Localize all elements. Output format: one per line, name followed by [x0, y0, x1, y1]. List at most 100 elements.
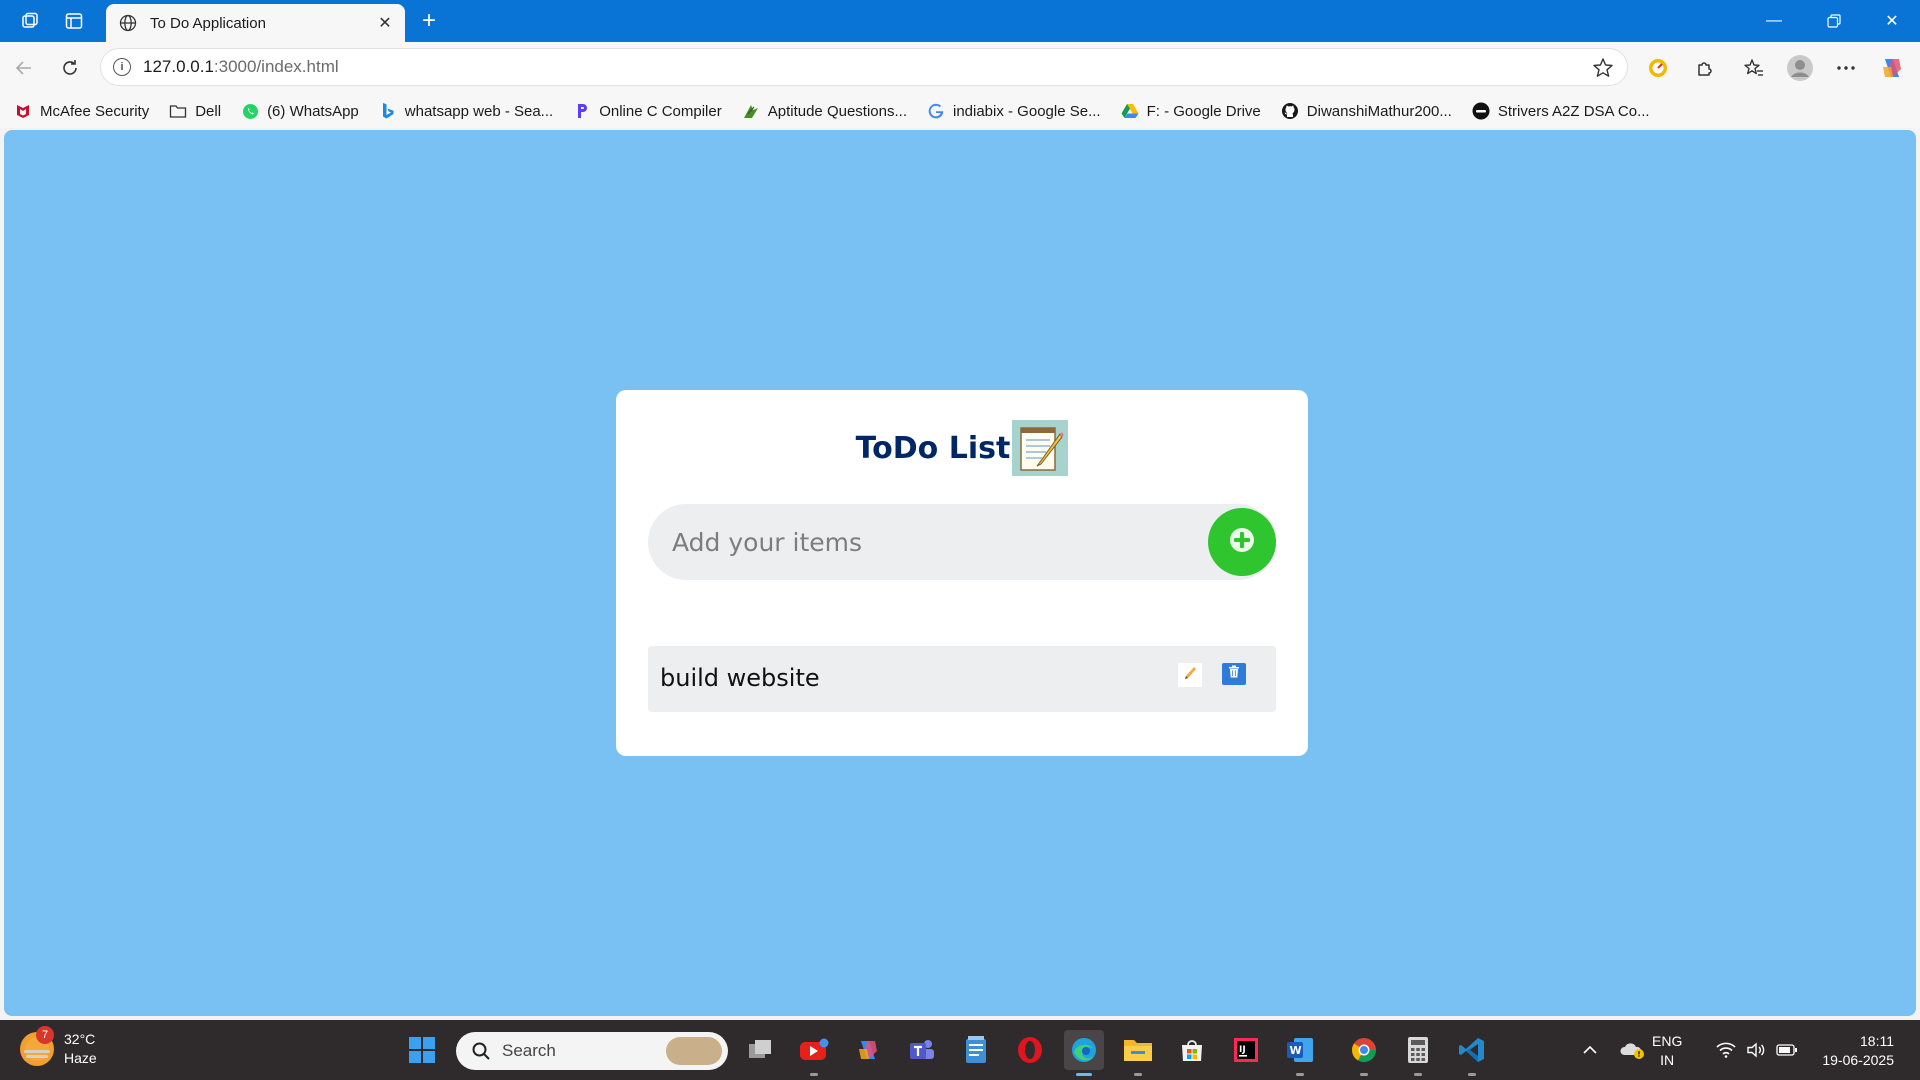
- teams-icon[interactable]: [902, 1030, 942, 1070]
- profile-avatar[interactable]: [1784, 52, 1816, 84]
- url-host: 127.0.0.1: [143, 57, 214, 76]
- address-bar[interactable]: i 127.0.0.1:3000/index.html: [100, 48, 1628, 86]
- restore-button[interactable]: [1806, 0, 1862, 42]
- show-hidden-icons[interactable]: [1582, 1020, 1598, 1080]
- clock-time: 18:11: [1860, 1033, 1894, 1049]
- clock-date: 19-06-2025: [1822, 1052, 1894, 1068]
- speed-extension-icon[interactable]: [1642, 52, 1674, 84]
- pencil-icon: [1182, 665, 1198, 686]
- bookmark-dell[interactable]: Dell: [169, 102, 221, 120]
- vscode-icon[interactable]: [1452, 1030, 1492, 1076]
- delete-button[interactable]: [1222, 663, 1246, 685]
- weather-haze-icon: 7: [20, 1026, 54, 1066]
- whatsapp-icon: [241, 102, 259, 120]
- browser-tab-active[interactable]: To Do Application ✕: [106, 4, 405, 42]
- todo-card: ToDo List Add your items build website: [616, 390, 1308, 756]
- indiabix-icon: [742, 102, 760, 120]
- edit-button[interactable]: [1178, 663, 1202, 687]
- search-icon: [470, 1040, 492, 1062]
- bookmark-label: Aptitude Questions...: [767, 102, 907, 120]
- mcafee-icon: [14, 102, 32, 120]
- notepad-app-icon[interactable]: [956, 1030, 996, 1070]
- refresh-button[interactable]: [54, 52, 86, 84]
- github-icon: [1281, 102, 1299, 120]
- bookmark-label: McAfee Security: [40, 102, 150, 120]
- bookmark-mcafee[interactable]: McAfee Security: [14, 102, 149, 120]
- bookmark-whatsapp-web-search[interactable]: whatsapp web - Sea...: [379, 102, 553, 120]
- todo-item-text: build website: [660, 664, 820, 692]
- add-item-row: [648, 504, 1276, 580]
- add-item-button[interactable]: [1208, 508, 1276, 576]
- bookmark-github[interactable]: DiwanshiMathur200...: [1281, 102, 1452, 120]
- back-button[interactable]: [8, 52, 40, 84]
- browser-title-bar: To Do Application ✕ + — ✕: [0, 0, 1920, 42]
- file-explorer-icon[interactable]: [1118, 1030, 1158, 1076]
- edge-browser-icon[interactable]: [1064, 1030, 1104, 1076]
- notepad-icon: [1012, 420, 1069, 476]
- weather-widget[interactable]: 7 32°C Haze: [20, 1026, 97, 1068]
- bookmark-indiabix-google-search[interactable]: indiabix - Google Se...: [927, 102, 1101, 120]
- bookmark-label: (6) WhatsApp: [267, 102, 359, 120]
- copilot-app-icon[interactable]: [848, 1030, 888, 1070]
- close-tab-icon[interactable]: ✕: [375, 13, 395, 33]
- bookmark-google-drive[interactable]: F: - Google Drive: [1121, 102, 1261, 120]
- favorite-star-icon[interactable]: [1591, 56, 1615, 80]
- site-info-icon[interactable]: i: [113, 58, 131, 76]
- language-indicator[interactable]: ENG IN: [1652, 1032, 1682, 1070]
- plus-circle-icon: [1228, 526, 1256, 559]
- weather-temperature: 32°C: [64, 1031, 96, 1047]
- tuf-icon: [1472, 102, 1490, 120]
- svg-text:IJ: IJ: [1239, 1045, 1246, 1055]
- bookmark-label: indiabix - Google Se...: [952, 102, 1101, 120]
- region-code: IN: [1660, 1052, 1675, 1068]
- volume-icon[interactable]: [1746, 1020, 1766, 1080]
- windows-taskbar: 7 32°C Haze Search IJ W ENG IN 18:11 19-…: [0, 1020, 1920, 1080]
- wifi-icon[interactable]: [1716, 1020, 1736, 1080]
- start-button[interactable]: [402, 1030, 442, 1070]
- bookmark-label: F: - Google Drive: [1146, 102, 1261, 120]
- tab-title: To Do Application: [150, 14, 266, 32]
- bookmark-aptitude-questions[interactable]: Aptitude Questions...: [742, 102, 907, 120]
- minimize-button[interactable]: —: [1746, 0, 1802, 42]
- more-menu-icon[interactable]: [1830, 52, 1862, 84]
- bookmark-label: DiwanshiMathur200...: [1306, 102, 1452, 120]
- bookmark-strivers-dsa[interactable]: Strivers A2Z DSA Co...: [1472, 102, 1650, 120]
- bing-icon: [379, 102, 397, 120]
- bookmarks-bar: McAfee Security Dell (6) WhatsApp whatsa…: [0, 94, 1920, 128]
- close-window-button[interactable]: ✕: [1864, 0, 1920, 42]
- chrome-icon[interactable]: [1344, 1030, 1384, 1076]
- opera-icon[interactable]: [1010, 1030, 1050, 1070]
- google-drive-icon: [1121, 102, 1139, 120]
- youtube-app-icon[interactable]: [794, 1030, 834, 1076]
- svg-text:W: W: [1290, 1044, 1302, 1057]
- task-view-icon[interactable]: [740, 1030, 780, 1070]
- onedrive-warning-icon[interactable]: [1620, 1020, 1646, 1080]
- word-icon[interactable]: W: [1280, 1030, 1320, 1076]
- system-clock[interactable]: 18:11 19-06-2025: [1810, 1032, 1894, 1070]
- favorites-icon[interactable]: [1738, 52, 1770, 84]
- weather-description: Haze: [64, 1050, 97, 1066]
- taskbar-search[interactable]: Search: [456, 1032, 728, 1070]
- language-code: ENG: [1652, 1033, 1683, 1049]
- vertical-tabs-icon[interactable]: [58, 6, 90, 36]
- workspaces-icon[interactable]: [14, 6, 46, 36]
- calculator-icon[interactable]: [1398, 1030, 1438, 1076]
- microsoft-store-icon[interactable]: [1172, 1030, 1212, 1070]
- battery-icon[interactable]: [1776, 1020, 1798, 1080]
- globe-icon: [118, 13, 138, 33]
- page-viewport: ToDo List Add your items build website: [4, 130, 1916, 1016]
- folder-icon: [169, 102, 187, 120]
- url-path: :3000/index.html: [213, 57, 339, 76]
- bookmark-whatsapp[interactable]: (6) WhatsApp: [241, 102, 359, 120]
- weather-badge: 7: [36, 1026, 54, 1044]
- page-title: ToDo List: [855, 430, 1011, 466]
- bookmark-online-c-compiler[interactable]: Online C Compiler: [573, 102, 722, 120]
- intellij-icon[interactable]: IJ: [1226, 1030, 1266, 1070]
- search-label: Search: [502, 1041, 556, 1060]
- add-item-input[interactable]: [672, 522, 1172, 562]
- programiz-icon: [573, 102, 591, 120]
- copilot-icon[interactable]: [1876, 52, 1908, 84]
- new-tab-button[interactable]: +: [414, 6, 444, 36]
- extensions-icon[interactable]: [1688, 52, 1720, 84]
- bookmark-label: Strivers A2Z DSA Co...: [1497, 102, 1650, 120]
